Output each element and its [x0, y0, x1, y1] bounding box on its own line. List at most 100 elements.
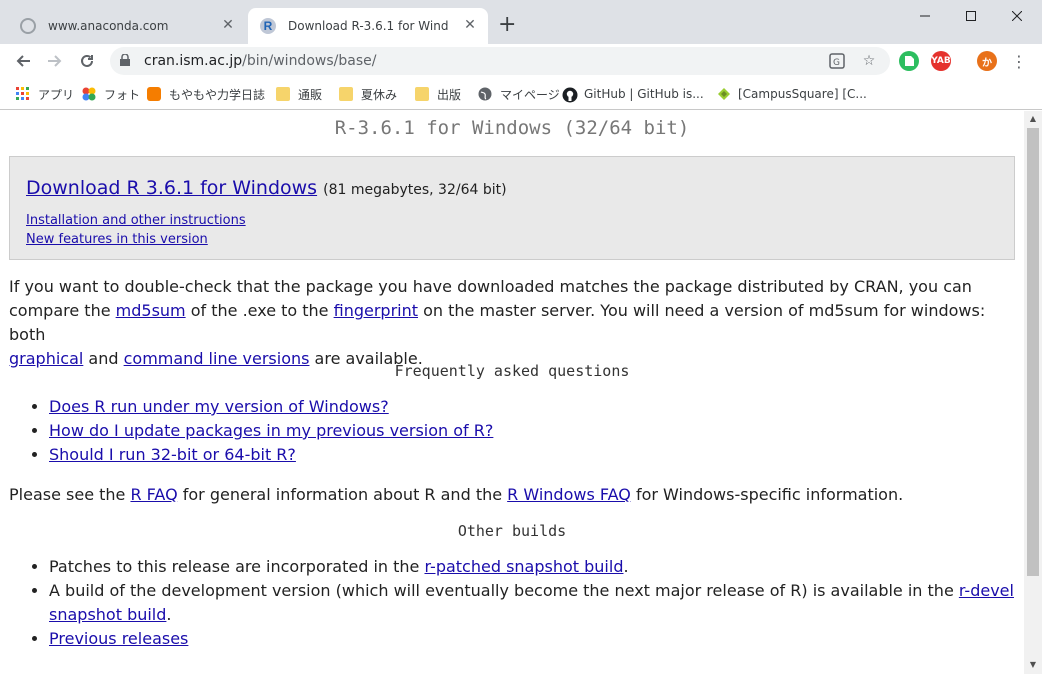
scroll-down-icon[interactable]: ▼	[1028, 660, 1038, 670]
text: .	[166, 605, 172, 624]
back-arrow-icon[interactable]	[12, 50, 34, 72]
bookmark-folder-publish[interactable]: 出版	[415, 85, 461, 103]
list-item: Previous releases	[49, 627, 1024, 651]
previous-releases-link[interactable]: Previous releases	[49, 629, 188, 648]
text: .	[623, 557, 629, 576]
snapshot-build-link[interactable]: snapshot build	[49, 605, 166, 624]
menu-kebab-icon[interactable]: ⋮	[1008, 50, 1030, 72]
close-tab-icon[interactable]: ✕	[462, 17, 478, 33]
bookmark-mypage[interactable]: マイページ	[478, 85, 560, 103]
list-item: A build of the development version (whic…	[49, 579, 1024, 627]
list-item: Should I run 32-bit or 64-bit R?	[49, 443, 1024, 467]
text: of the .exe to the	[185, 301, 334, 320]
bookmark-label: フォト	[104, 87, 141, 102]
bookmark-photos[interactable]: フォト	[82, 85, 140, 103]
forward-arrow-icon[interactable]	[44, 50, 66, 72]
md5sum-link[interactable]: md5sum	[116, 301, 186, 320]
fingerprint-link[interactable]: fingerprint	[334, 301, 418, 320]
list-item: How do I update packages in my previous …	[49, 419, 1024, 443]
page-viewport: R-3.6.1 for Windows (32/64 bit) Download…	[0, 111, 1024, 674]
blogger-icon	[147, 87, 161, 101]
close-window-icon[interactable]	[994, 4, 1040, 28]
new-features-link[interactable]: New features in this version	[26, 232, 208, 247]
bookmark-label: もやもや力学日誌	[169, 87, 266, 102]
bookmark-label: 出版	[437, 87, 462, 102]
page-title: R-3.6.1 for Windows (32/64 bit)	[334, 117, 690, 139]
bookmark-label: マイページ	[500, 87, 560, 102]
globe-icon	[478, 87, 492, 101]
url-host: cran.ism.ac.jp	[144, 53, 243, 69]
photos-icon	[82, 87, 96, 101]
text: If you want to double-check that the pac…	[9, 277, 972, 296]
bookmark-star-icon[interactable]: ☆	[860, 52, 878, 70]
evernote-icon[interactable]	[899, 51, 919, 71]
folder-icon	[276, 87, 290, 101]
minimize-icon[interactable]	[902, 4, 948, 28]
faq-link[interactable]: How do I update packages in my previous …	[49, 421, 493, 440]
bookmark-label: 夏休み	[361, 87, 398, 102]
folder-icon	[339, 87, 353, 101]
bookmark-label: GitHub | GitHub is...	[584, 87, 704, 101]
text: for general information about R and the	[177, 485, 508, 504]
r-logo-icon: R	[260, 18, 276, 34]
bookmark-apps[interactable]: アプリ	[16, 85, 74, 103]
bookmark-label: アプリ	[38, 87, 75, 102]
r-windows-faq-link[interactable]: R Windows FAQ	[507, 485, 631, 504]
profile-initial: か	[982, 57, 992, 69]
browser-toolbar: cran.ism.ac.jp/bin/windows/base/ G ☆ YAB…	[0, 44, 1042, 78]
scroll-thumb[interactable]	[1027, 128, 1039, 576]
r-patched-link[interactable]: r-patched snapshot build	[424, 557, 623, 576]
loading-spinner-icon	[20, 18, 36, 34]
tab-anaconda[interactable]: www.anaconda.com ✕	[8, 8, 246, 44]
translate-icon[interactable]: G	[828, 52, 846, 70]
maximize-icon[interactable]	[948, 4, 994, 28]
bookmark-folder-summer[interactable]: 夏休み	[339, 85, 397, 103]
other-builds-heading: Other builds	[457, 522, 567, 540]
folder-icon	[415, 87, 429, 101]
url-path: /bin/windows/base/	[242, 53, 377, 69]
checksum-paragraph: If you want to double-check that the pac…	[9, 275, 1019, 371]
profile-avatar[interactable]: か	[977, 51, 997, 71]
bookmark-blog[interactable]: もやもや力学日誌	[147, 85, 265, 103]
faq-link[interactable]: Should I run 32-bit or 64-bit R?	[49, 445, 296, 464]
bookmark-campussquare[interactable]: [CampusSquare] [C...	[716, 85, 867, 103]
tab-r-download[interactable]: R Download R-3.6.1 for Windows. T ✕	[248, 8, 488, 44]
install-instructions-link[interactable]: Installation and other instructions	[26, 213, 246, 228]
download-line: Download R 3.6.1 for Windows (81 megabyt…	[26, 177, 507, 199]
reload-icon[interactable]	[76, 50, 98, 72]
bookmarks-bar: アプリ フォト もやもや力学日誌 通販 夏休み 出版 マイページ GitHub …	[0, 78, 1042, 110]
vertical-scrollbar[interactable]: ▲ ▼	[1024, 111, 1042, 674]
tab-title: Download R-3.6.1 for Windows. T	[288, 19, 448, 33]
svg-text:G: G	[833, 58, 840, 68]
r-devel-link[interactable]: r-devel	[959, 581, 1014, 600]
faq-list: Does R run under my version of Windows? …	[9, 395, 1024, 467]
yab-extension-icon[interactable]: YAB	[931, 51, 951, 71]
bookmark-label: 通販	[298, 87, 323, 102]
close-tab-icon[interactable]: ✕	[220, 17, 236, 33]
list-item: Patches to this release are incorporated…	[49, 555, 1024, 579]
faq-reference-paragraph: Please see the R FAQ for general informa…	[9, 483, 1019, 507]
github-icon	[562, 87, 578, 103]
bookmark-folder-shopping[interactable]: 通販	[276, 85, 322, 103]
campus-icon	[716, 87, 730, 101]
tab-title: www.anaconda.com	[48, 19, 169, 33]
lock-icon	[120, 52, 136, 69]
text: for Windows-specific information.	[630, 485, 904, 504]
address-bar[interactable]: cran.ism.ac.jp/bin/windows/base/ G ☆	[110, 47, 890, 75]
download-size: (81 megabytes, 32/64 bit)	[323, 182, 507, 198]
text: A build of the development version (whic…	[49, 581, 959, 600]
download-link[interactable]: Download R 3.6.1 for Windows	[26, 177, 317, 199]
text: Patches to this release are incorporated…	[49, 557, 425, 576]
scroll-up-icon[interactable]: ▲	[1028, 114, 1038, 124]
text: compare the	[9, 301, 116, 320]
apps-grid-icon	[16, 87, 30, 101]
new-tab-icon[interactable]: +	[498, 14, 516, 36]
builds-list: Patches to this release are incorporated…	[9, 555, 1024, 651]
bookmark-label: [CampusSquare] [C...	[738, 87, 867, 101]
list-item: Does R run under my version of Windows?	[49, 395, 1024, 419]
faq-link[interactable]: Does R run under my version of Windows?	[49, 397, 389, 416]
r-faq-link[interactable]: R FAQ	[130, 485, 177, 504]
bookmark-github[interactable]: GitHub | GitHub is...	[562, 85, 704, 103]
tab-strip: www.anaconda.com ✕ R Download R-3.6.1 fo…	[0, 0, 1042, 44]
faq-heading: Frequently asked questions	[394, 362, 630, 380]
